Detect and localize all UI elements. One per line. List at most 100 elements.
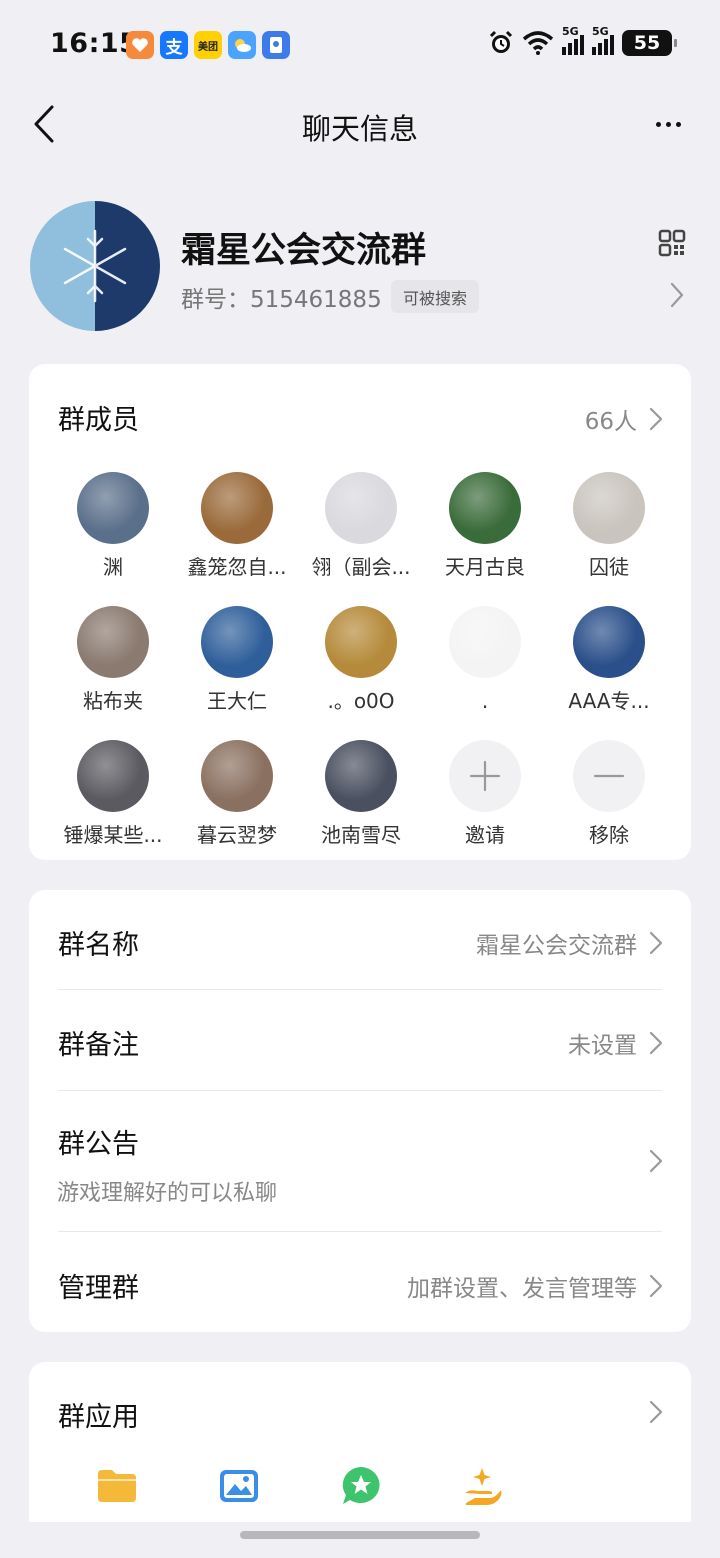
alipay-app-icon: 支 [160,31,188,59]
member-item[interactable]: 渊 [51,472,175,580]
more-dot-icon [665,121,671,127]
member-item[interactable]: 囚徒 [547,472,671,580]
security-app-icon [262,31,290,59]
members-title: 群成员 [58,405,139,436]
invite-member-button[interactable]: 邀请 [423,740,547,848]
member-name: 锤爆某些... [63,823,163,847]
member-name: 暮云翌梦 [197,823,277,847]
group-avatar[interactable] [30,201,160,331]
member-item[interactable]: .。o0O [299,606,423,714]
home-indicator[interactable] [240,1531,480,1539]
group-announcement-chevron-wrap [649,1149,663,1173]
member-item[interactable]: 池南雪尽 [299,740,423,848]
group-announcement-row[interactable]: 群公告 游戏理解好的可以私聊 [29,1091,691,1231]
battery-indicator: 55 [622,30,677,56]
group-apps-row[interactable]: 群应用 [29,1362,691,1458]
member-name: 池南雪尽 [321,823,401,847]
status-app-icons: 支 美团 [126,31,290,59]
status-bar: 16:15 支 美团 5G 5G 55 [0,0,720,92]
member-avatar [325,606,397,678]
member-name: . [481,689,489,713]
meituan-app-icon: 美团 [194,31,222,59]
remove-member-button[interactable]: 移除 [547,740,671,848]
member-name: 鑫笼忽自... [187,555,287,579]
alarm-icon [489,30,513,53]
chevron-right-icon [649,1149,663,1173]
member-name: 翎（副会... [311,555,411,579]
group-remark-row[interactable]: 群备注 未设置 [29,990,691,1091]
chevron-right-icon [649,1400,663,1424]
member-name: 渊 [103,555,123,579]
chevron-right-icon [649,1031,663,1055]
more-options-button[interactable] [646,102,690,146]
manage-group-label: 管理群 [58,1273,139,1304]
weather-app-icon [228,31,256,59]
group-apps-chevron-wrap [649,1400,663,1424]
member-avatar [325,740,397,812]
searchable-badge: 可被搜索 [391,280,480,313]
member-item[interactable]: 暮云翌梦 [175,740,299,848]
more-dot-icon [655,121,661,127]
group-remark-value: 未设置 [568,1033,637,1059]
member-avatar [77,606,149,678]
member-item[interactable]: 王大仁 [175,606,299,714]
member-grid: 渊 鑫笼忽自... 翎（副会... 天月古良 囚徒 粘布夹 王大仁 .。o0O … [51,472,671,848]
member-item[interactable]: 锤爆某些... [51,740,175,848]
group-name-row[interactable]: 群名称 霜星公会交流群 [29,890,691,990]
more-dot-icon [675,121,681,127]
group-apps-label: 群应用 [58,1402,139,1433]
photo-album-icon[interactable] [217,1464,261,1508]
essence-message-icon[interactable] [339,1464,383,1508]
member-item[interactable]: 粘布夹 [51,606,175,714]
group-task-icon[interactable] [461,1464,505,1508]
group-name-value: 霜星公会交流群 [476,933,637,959]
chevron-right-icon [649,407,663,431]
plus-icon [449,740,521,812]
member-avatar [449,472,521,544]
member-avatar [573,606,645,678]
chevron-right-icon [649,1274,663,1298]
member-name: .。o0O [327,689,395,713]
page-title: 聊天信息 [301,112,418,146]
member-item[interactable]: 鑫笼忽自... [175,472,299,580]
group-profile-header[interactable]: 霜星公会交流群 群号：515461885 可被搜索 [0,200,720,334]
member-item[interactable]: 天月古良 [423,472,547,580]
minus-icon [573,740,645,812]
member-avatar [449,606,521,678]
member-avatar [77,740,149,812]
qr-code-icon[interactable] [658,229,686,257]
members-count-link[interactable]: 66人 [585,402,663,436]
member-avatar [325,472,397,544]
group-name-value-wrap: 霜星公会交流群 [476,926,663,960]
member-item[interactable]: . [423,606,547,714]
chevron-right-icon [649,931,663,955]
member-name: 囚徒 [589,555,629,579]
group-announcement-text: 游戏理解好的可以私聊 [57,1181,278,1206]
member-name: 天月古良 [445,555,525,579]
member-avatar [77,472,149,544]
group-name-label: 群名称 [58,930,139,961]
group-announcement-label: 群公告 [58,1129,139,1160]
health-app-icon [126,31,154,59]
nav-bar: 聊天信息 [0,92,720,156]
member-name: 粘布夹 [83,689,143,713]
group-name: 霜星公会交流群 [181,231,427,271]
remove-label: 移除 [589,823,629,847]
manage-group-value: 加群设置、发言管理等 [407,1276,637,1302]
member-avatar [201,740,273,812]
member-item[interactable]: AAA专... [547,606,671,714]
invite-label: 邀请 [465,823,505,847]
group-remark-value-wrap: 未设置 [568,1026,663,1060]
member-item[interactable]: 翎（副会... [299,472,423,580]
chevron-right-icon [670,282,684,308]
group-remark-label: 群备注 [58,1030,139,1061]
member-name: 王大仁 [207,689,267,713]
folder-icon[interactable] [95,1464,139,1508]
member-avatar [201,606,273,678]
group-apps-card: 群应用 [29,1362,691,1522]
manage-group-row[interactable]: 管理群 加群设置、发言管理等 [29,1232,691,1332]
members-count: 66人 [584,409,637,435]
status-indicators: 5G 5G 55 [488,25,677,56]
group-members-card: 群成员 66人 渊 鑫笼忽自... 翎（副会... 天月古良 囚徒 粘布夹 王大… [29,364,691,860]
member-avatar [201,472,273,544]
